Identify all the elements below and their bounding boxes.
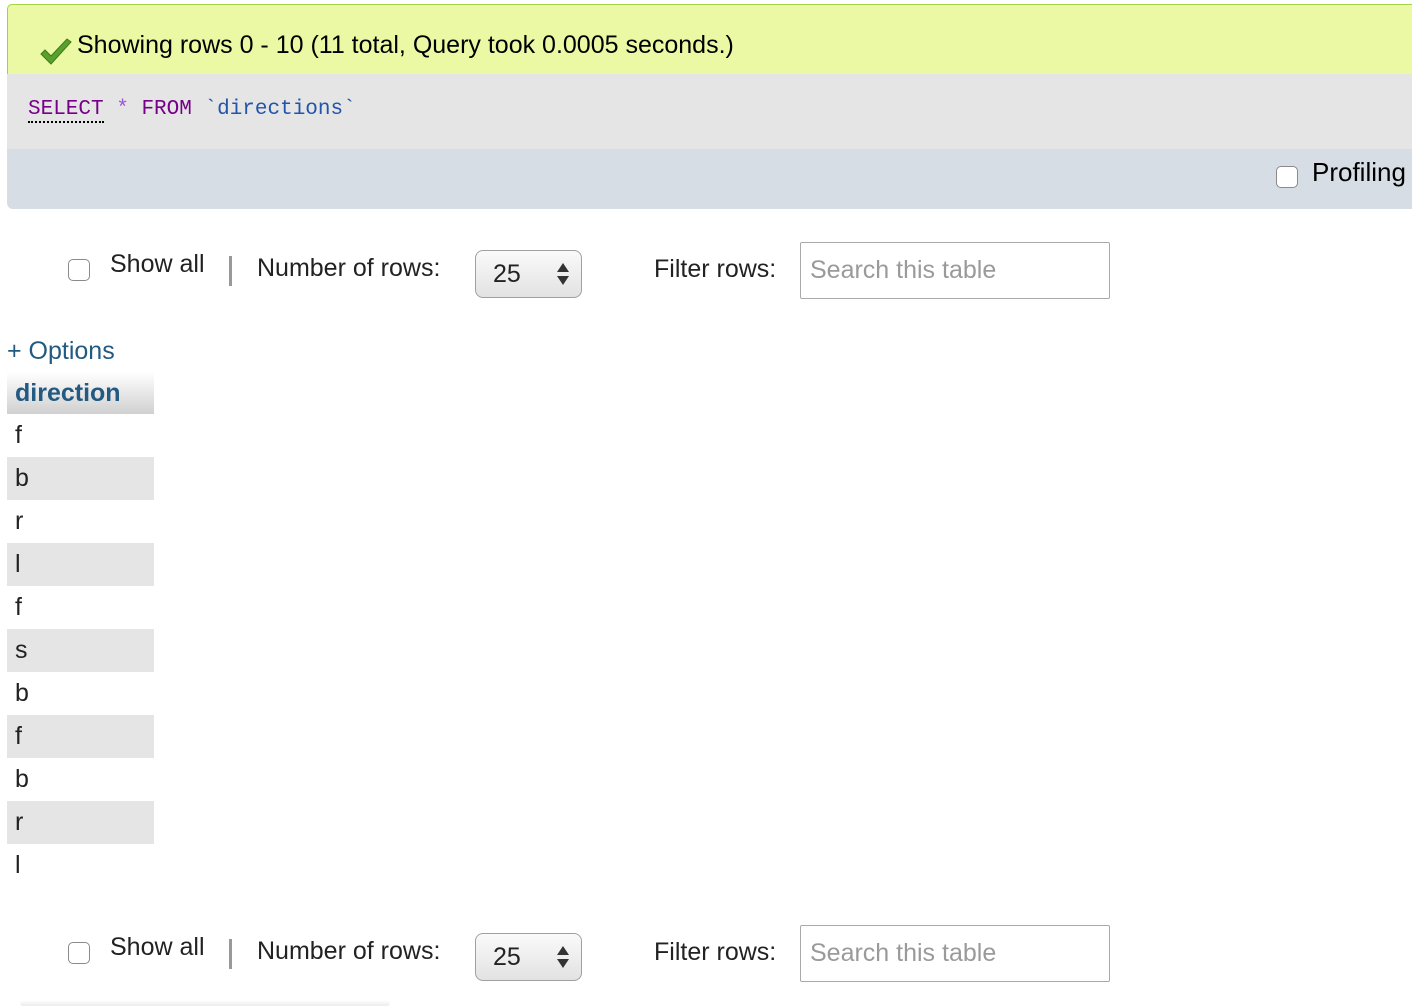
sql-tools-bar: Profiling [7,149,1412,209]
table-row: r [7,801,154,844]
table-row: b [7,758,154,801]
table-row: l [7,844,154,887]
select-arrows-icon [557,263,569,285]
table-cell[interactable]: s [7,629,154,672]
navigation-bottom: Show all Number of rows: 25 Filter rows: [0,925,1412,985]
navigation-top: Show all Number of rows: 25 Filter rows: [0,242,1412,302]
sql-query: SELECT * FROM `directions` [28,98,356,123]
filter-rows-label: Filter rows: [654,938,777,966]
table-cell[interactable]: l [7,543,154,586]
table-row: l [7,543,154,586]
table-cell[interactable]: b [7,457,154,500]
success-message: Showing rows 0 - 10 (11 total, Query too… [7,4,1412,74]
separator [229,939,232,969]
table-cell[interactable]: b [7,758,154,801]
rows-count-select[interactable]: 25 [475,933,582,981]
profiling-label[interactable]: Profiling [1312,157,1406,188]
table-row: b [7,457,154,500]
sql-table-name: `directions` [204,98,356,121]
rows-count-value: 25 [493,943,521,971]
table-cell[interactable]: f [7,586,154,629]
search-input[interactable] [800,242,1110,299]
table-row: b [7,672,154,715]
rows-count-value: 25 [493,260,521,288]
sql-query-box: SELECT * FROM `directions` [7,74,1412,149]
select-arrows-icon [557,946,569,968]
table-cell[interactable]: r [7,801,154,844]
table-row: r [7,500,154,543]
sql-keyword-from: FROM [141,98,192,121]
show-all-checkbox[interactable] [68,259,90,281]
table-row: s [7,629,154,672]
show-all-label[interactable]: Show all [110,250,205,279]
column-header-direction[interactable]: direction [7,372,154,414]
table-cell[interactable]: l [7,844,154,887]
search-input[interactable] [800,925,1110,982]
show-all-checkbox[interactable] [68,942,90,964]
table-cell[interactable]: f [7,715,154,758]
table-cell[interactable]: f [7,414,154,457]
rows-count-label: Number of rows: [257,254,441,282]
show-all-label[interactable]: Show all [110,933,205,962]
sql-keyword-select[interactable]: SELECT [28,98,104,123]
table-row: f [7,586,154,629]
success-text: Showing rows 0 - 10 (11 total, Query too… [77,31,734,59]
profiling-checkbox[interactable] [1276,166,1298,188]
separator [229,256,232,286]
table-cell[interactable]: b [7,672,154,715]
table-row: f [7,414,154,457]
filter-rows-label: Filter rows: [654,255,777,283]
table-cell[interactable]: r [7,500,154,543]
scroll-shadow [20,1000,390,1006]
options-link[interactable]: + Options [7,337,115,366]
results-table: direction f b r l f s b f b r l [7,372,154,887]
rows-count-select[interactable]: 25 [475,250,582,298]
sql-star: * [116,98,129,121]
rows-count-label: Number of rows: [257,937,441,965]
table-row: f [7,715,154,758]
checkmark-icon [40,38,72,65]
